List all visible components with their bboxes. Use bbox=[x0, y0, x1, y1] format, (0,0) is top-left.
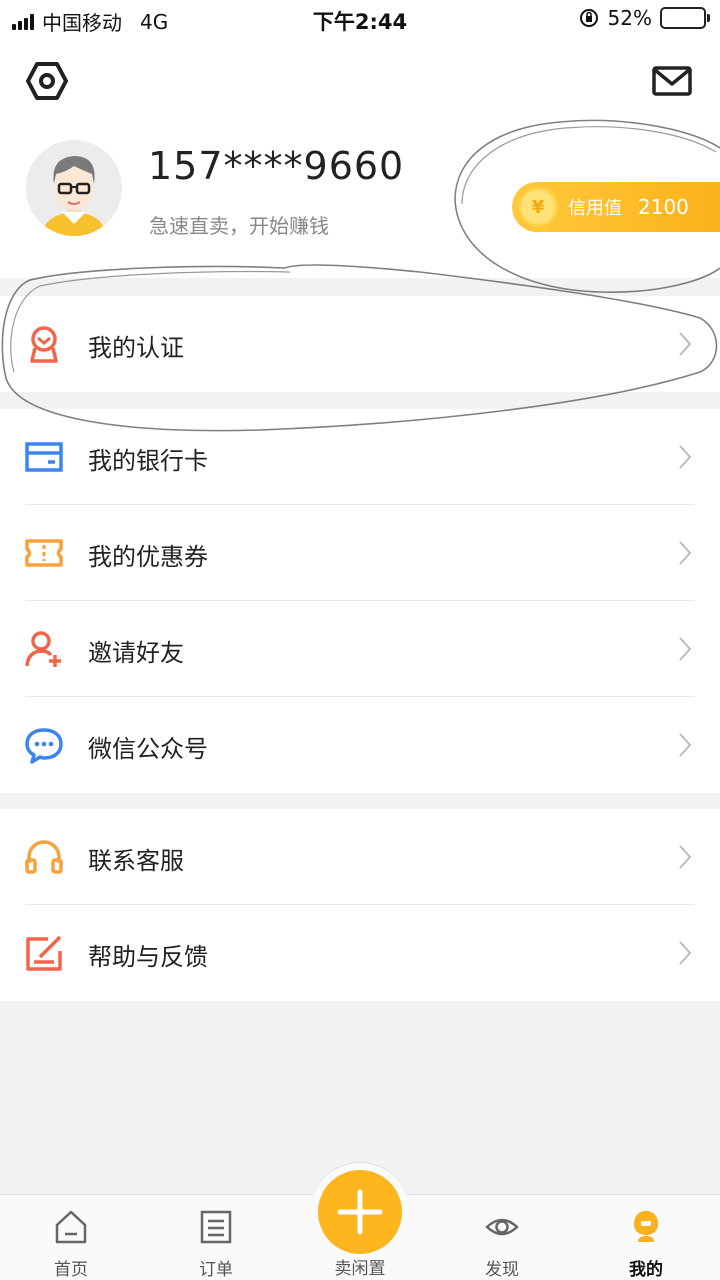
menu-item-invite[interactable]: 邀请好友 bbox=[0, 601, 720, 697]
add-user-icon bbox=[25, 631, 61, 667]
tab-label: 我的 bbox=[629, 1260, 663, 1280]
tab-orders[interactable]: 订单 bbox=[161, 1195, 271, 1280]
credit-label: 信用值 bbox=[568, 198, 622, 219]
menu-label: 邀请好友 bbox=[88, 639, 184, 667]
tab-label: 首页 bbox=[54, 1260, 88, 1280]
user-phone: 157****9660 bbox=[148, 144, 405, 188]
certificate-badge-icon bbox=[30, 326, 58, 363]
profile-slogan: 急速直卖，开始赚钱 bbox=[149, 214, 329, 238]
menu-item-feedback[interactable]: 帮助与反馈 bbox=[0, 905, 720, 1001]
credit-value: 2100 bbox=[638, 195, 689, 219]
menu-item-coupons[interactable]: 我的优惠券 bbox=[0, 505, 720, 601]
edit-icon bbox=[26, 935, 62, 971]
coin-icon: ¥ bbox=[518, 187, 558, 227]
menu-label: 我的优惠券 bbox=[88, 543, 208, 571]
settings-icon[interactable] bbox=[26, 60, 68, 102]
home-icon bbox=[55, 1210, 87, 1244]
menu-label: 我的认证 bbox=[88, 334, 184, 362]
chevron-right-icon bbox=[679, 541, 692, 565]
menu-item-wechat[interactable]: 微信公众号 bbox=[0, 697, 720, 793]
chevron-right-icon bbox=[679, 733, 692, 757]
avatar[interactable] bbox=[26, 140, 122, 236]
orders-list-icon bbox=[200, 1210, 232, 1244]
battery-icon bbox=[660, 7, 710, 29]
tab-label: 订单 bbox=[199, 1260, 233, 1280]
menu-item-support[interactable]: 联系客服 bbox=[0, 809, 720, 905]
menu-label: 帮助与反馈 bbox=[88, 943, 208, 971]
tab-label: 发现 bbox=[485, 1260, 519, 1280]
chevron-right-icon bbox=[679, 637, 692, 661]
menu-label: 联系客服 bbox=[88, 847, 184, 875]
menu-label: 我的银行卡 bbox=[88, 447, 208, 475]
menu-group-account: 我的银行卡 我的优惠券 邀请好友 微信公众号 bbox=[0, 409, 720, 793]
ticket-icon bbox=[25, 539, 63, 567]
chevron-right-icon bbox=[679, 941, 692, 965]
menu-group-certification: 我的认证 bbox=[0, 296, 720, 392]
chevron-right-icon bbox=[679, 845, 692, 869]
credit-score-badge[interactable]: ¥ 信用值 2100 bbox=[512, 182, 720, 232]
publish-label: 卖闲置 bbox=[334, 1259, 386, 1279]
eye-icon bbox=[485, 1218, 519, 1236]
menu-item-certification[interactable]: 我的认证 bbox=[0, 296, 720, 392]
chevron-right-icon bbox=[679, 332, 692, 356]
tab-home[interactable]: 首页 bbox=[16, 1195, 126, 1280]
chevron-right-icon bbox=[679, 445, 692, 469]
bank-card-icon bbox=[25, 442, 63, 472]
battery-percent: 52% bbox=[607, 6, 652, 30]
chat-bubble-icon bbox=[25, 728, 63, 764]
menu-item-bank-card[interactable]: 我的银行卡 bbox=[0, 409, 720, 505]
publish-button[interactable] bbox=[318, 1170, 402, 1254]
tab-discover[interactable]: 发现 bbox=[447, 1195, 557, 1280]
menu-group-help: 联系客服 帮助与反馈 bbox=[0, 809, 720, 1001]
menu-label: 微信公众号 bbox=[88, 735, 208, 763]
status-bar: 中国移动 4G 下午2:44 52% bbox=[0, 0, 720, 40]
orientation-lock-icon bbox=[579, 9, 598, 27]
headset-icon bbox=[25, 840, 63, 874]
user-profile-icon bbox=[634, 1211, 658, 1242]
profile-header: 157****9660 急速直卖，开始赚钱 ¥ 信用值 2100 bbox=[0, 40, 720, 278]
tab-mine[interactable]: 我的 bbox=[591, 1195, 701, 1280]
plus-icon bbox=[337, 1189, 383, 1235]
mail-icon[interactable] bbox=[652, 64, 692, 98]
